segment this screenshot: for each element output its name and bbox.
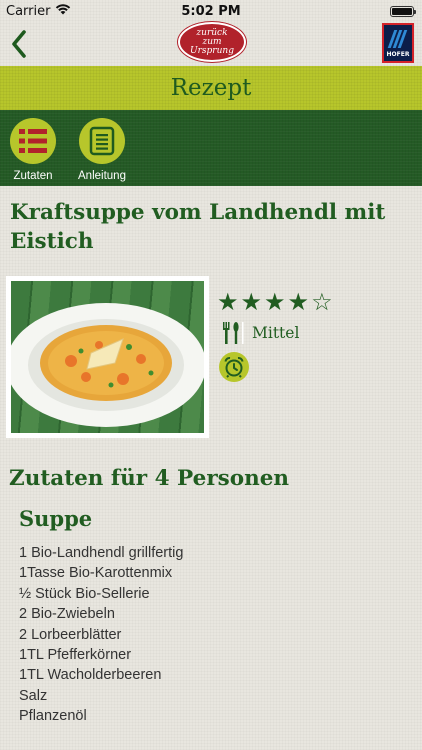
page-title: Rezept bbox=[170, 75, 252, 101]
ingredient-item: 1TL Pfefferkörner bbox=[19, 646, 132, 663]
tab-anleitung-label: Anleitung bbox=[78, 170, 126, 182]
soup-bowl-photo bbox=[11, 281, 204, 433]
nav-bar: zurück zum Ursprung HOFER bbox=[0, 0, 422, 66]
star-filled-icon: ★ bbox=[287, 288, 310, 316]
ingredient-item: ½ Stück Bio-Sellerie bbox=[19, 585, 150, 602]
chevron-left-icon bbox=[12, 30, 26, 58]
back-button[interactable] bbox=[6, 26, 32, 62]
ingredient-item: 2 Bio-Zwiebeln bbox=[19, 606, 115, 623]
tab-zutaten[interactable]: Zutaten bbox=[6, 118, 60, 182]
document-icon bbox=[89, 126, 115, 156]
tab-zutaten-circle bbox=[10, 118, 56, 164]
title-bar: Rezept bbox=[0, 66, 422, 110]
list-icon bbox=[19, 129, 47, 153]
ingredient-item: 2 Lorbeerblätter bbox=[19, 626, 122, 643]
tab-zutaten-label: Zutaten bbox=[13, 170, 53, 182]
tab-anleitung-circle bbox=[79, 118, 125, 164]
ingredient-item: Pflanzenöl bbox=[19, 708, 87, 725]
ingredients-heading: Zutaten für 4 Personen bbox=[9, 466, 290, 491]
difficulty-row: Mittel bbox=[220, 322, 299, 344]
brand-logo[interactable]: zurück zum Ursprung bbox=[178, 22, 246, 62]
ingredient-list: 1 Bio-Landhendl grillfertig 1Tasse Bio-K… bbox=[19, 543, 183, 727]
cutlery-icon bbox=[223, 322, 244, 344]
tab-anleitung[interactable]: Anleitung bbox=[74, 118, 130, 182]
rating-stars: ★ ★ ★ ★ ☆ bbox=[217, 290, 333, 314]
recipe-title: Kraftsuppe vom Landhendl mit Eistich bbox=[10, 200, 386, 254]
star-empty-icon: ☆ bbox=[311, 288, 333, 316]
logo-line-3: Ursprung bbox=[190, 45, 234, 56]
hofer-badge[interactable]: HOFER bbox=[382, 23, 414, 63]
star-filled-icon: ★ bbox=[240, 288, 263, 316]
ingredient-item: 1 Bio-Landhendl grillfertig bbox=[19, 545, 184, 561]
tab-bar: Zutaten Anleitung bbox=[0, 110, 422, 186]
ingredient-item: 1TL Wacholderbeeren bbox=[19, 667, 162, 684]
ingredients-section-heading: Suppe bbox=[19, 506, 93, 531]
alarm-clock-icon bbox=[219, 352, 249, 382]
star-filled-icon: ★ bbox=[264, 288, 286, 316]
star-filled-icon: ★ bbox=[217, 288, 239, 316]
hofer-stripes-icon bbox=[387, 30, 408, 48]
ingredient-item: 1Tasse Bio-Karottenmix bbox=[19, 565, 173, 582]
hofer-label: HOFER bbox=[386, 51, 410, 58]
difficulty-label: Mittel bbox=[252, 324, 300, 342]
ingredient-item: Salz bbox=[19, 687, 48, 704]
recipe-content: Kraftsuppe vom Landhendl mit Eistich ★ ★… bbox=[0, 186, 422, 750]
recipe-photo[interactable] bbox=[6, 276, 209, 438]
